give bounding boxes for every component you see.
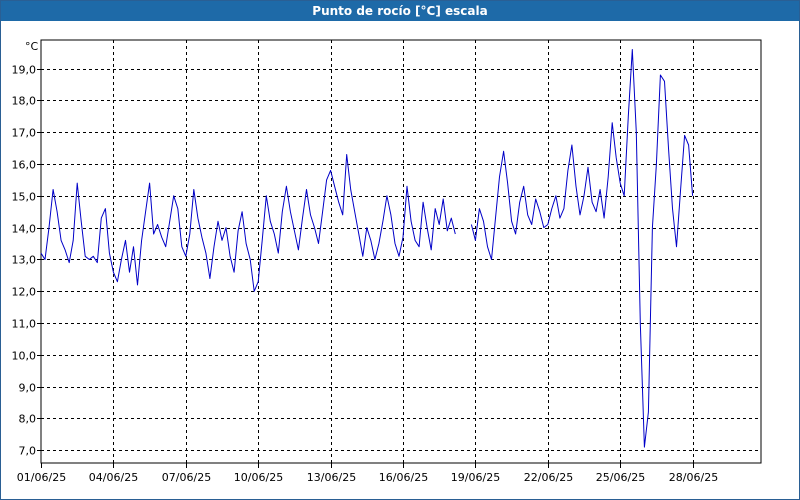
y-tick-label: 12,0 (12, 286, 37, 299)
y-tick-label: 7,0 (19, 445, 37, 458)
y-tick-label: 17,0 (12, 127, 37, 140)
y-tick-label: 13,0 (12, 254, 37, 267)
y-tick-label: 11,0 (12, 318, 37, 331)
axis-layer: 7,0 8,0 9,0 10,0 11,0 12,0 13,0 14,0 15,0 16,0 17,… (12, 39, 762, 484)
x-tick-label: 01/06/25 (17, 471, 66, 484)
y-tick-label: 14,0 (12, 223, 37, 236)
x-tick-label: 28/06/25 (669, 471, 718, 484)
y-tick-label: 8,0 (19, 413, 37, 426)
grid-layer (41, 40, 761, 463)
dew-point-line-segment (40, 154, 456, 292)
y-tick-label: 9,0 (19, 382, 37, 395)
y-tick-label: 16,0 (12, 159, 37, 172)
x-tick-label: 19/06/25 (451, 471, 500, 484)
x-tick-label: 22/06/25 (524, 471, 573, 484)
y-tick-label: 18,0 (12, 95, 37, 108)
y-tick-label: 10,0 (12, 350, 37, 363)
x-tick-label: 16/06/25 (379, 471, 428, 484)
x-tick-label: 04/06/25 (89, 471, 138, 484)
y-tick-label: 19,0 (12, 64, 37, 77)
plot-frame (40, 39, 762, 464)
chart-title: Punto de rocío [°C] escala (1, 1, 799, 21)
y-tick-label: 15,0 (12, 191, 37, 204)
x-tick-label: 25/06/25 (596, 471, 645, 484)
chart-window: Punto de rocío [°C] escala 7,0 8,0 9,0 10,0… (0, 0, 800, 500)
x-tick-label: 13/06/25 (307, 471, 356, 484)
dew-point-chart: 7,0 8,0 9,0 10,0 11,0 12,0 13,0 14,0 15,0 16,0 17,… (12, 39, 762, 484)
x-tick-label: 07/06/25 (162, 471, 211, 484)
x-tick-label: 10/06/25 (234, 471, 283, 484)
y-unit-label: °C (25, 40, 39, 53)
